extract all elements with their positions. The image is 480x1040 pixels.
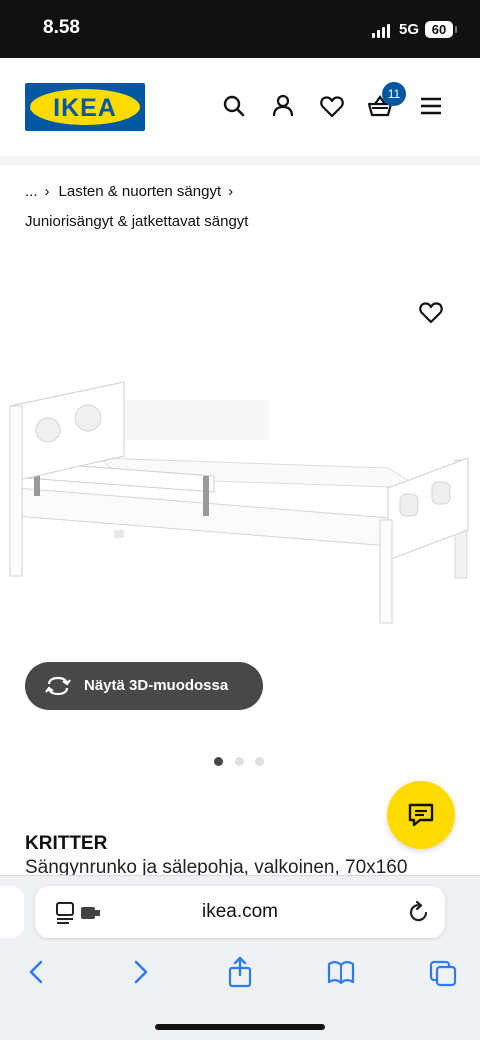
previous-tab-peek[interactable] [0, 886, 24, 938]
product-image[interactable] [0, 370, 480, 630]
menu-icon[interactable] [417, 92, 445, 120]
share-icon[interactable] [225, 956, 255, 988]
breadcrumb-ellipsis[interactable]: ... [25, 183, 38, 200]
ikea-logo[interactable]: IKEA [25, 83, 145, 131]
chat-button[interactable] [387, 781, 455, 849]
heart-icon[interactable] [318, 92, 346, 120]
home-indicator [155, 1024, 325, 1030]
carousel-dot[interactable] [235, 757, 244, 766]
bookmarks-icon[interactable] [326, 956, 356, 988]
back-icon[interactable] [22, 956, 52, 988]
carousel-dot[interactable] [255, 757, 264, 766]
browser-toolbar: ikea.com [0, 875, 480, 1040]
site-header: IKEA 11 [0, 58, 480, 156]
logo-text: IKEA [53, 94, 117, 122]
address-bar[interactable]: ikea.com [35, 886, 445, 938]
add-to-favourites-button[interactable] [417, 298, 445, 326]
header-divider [0, 156, 480, 165]
url-text: ikea.com [201, 901, 279, 922]
view-3d-button[interactable]: Näytä 3D-muodossa [25, 662, 263, 710]
battery-icon: 60 [425, 21, 453, 38]
battery-cap [455, 26, 457, 33]
carousel-dot[interactable] [214, 757, 223, 766]
breadcrumb-subcategory[interactable]: Juniorisängyt & jatkettavat sängyt [25, 213, 248, 230]
status-bar: 8.58 5G 60 [0, 0, 480, 58]
chevron-right-icon: › [228, 183, 234, 200]
chat-icon [408, 803, 434, 827]
product-name: KRITTER [25, 833, 108, 854]
breadcrumb-category[interactable]: Lasten & nuorten sängyt [59, 183, 222, 200]
view-3d-label: Näytä 3D-muodossa [84, 677, 229, 694]
bed-illustration [9, 381, 469, 624]
cart-count-badge: 11 [382, 82, 406, 106]
status-time: 8.58 [43, 17, 80, 38]
reload-icon[interactable] [407, 900, 431, 924]
user-icon[interactable] [269, 92, 297, 120]
tabs-icon[interactable] [428, 956, 458, 988]
search-icon[interactable] [220, 92, 248, 120]
forward-icon[interactable] [125, 956, 155, 988]
network-type: 5G [399, 21, 420, 38]
breadcrumb: ... › Lasten & nuorten sängyt › [25, 183, 242, 200]
rotate-3d-icon [45, 676, 71, 696]
signal-icon [372, 24, 394, 38]
chevron-right-icon: › [44, 183, 50, 200]
